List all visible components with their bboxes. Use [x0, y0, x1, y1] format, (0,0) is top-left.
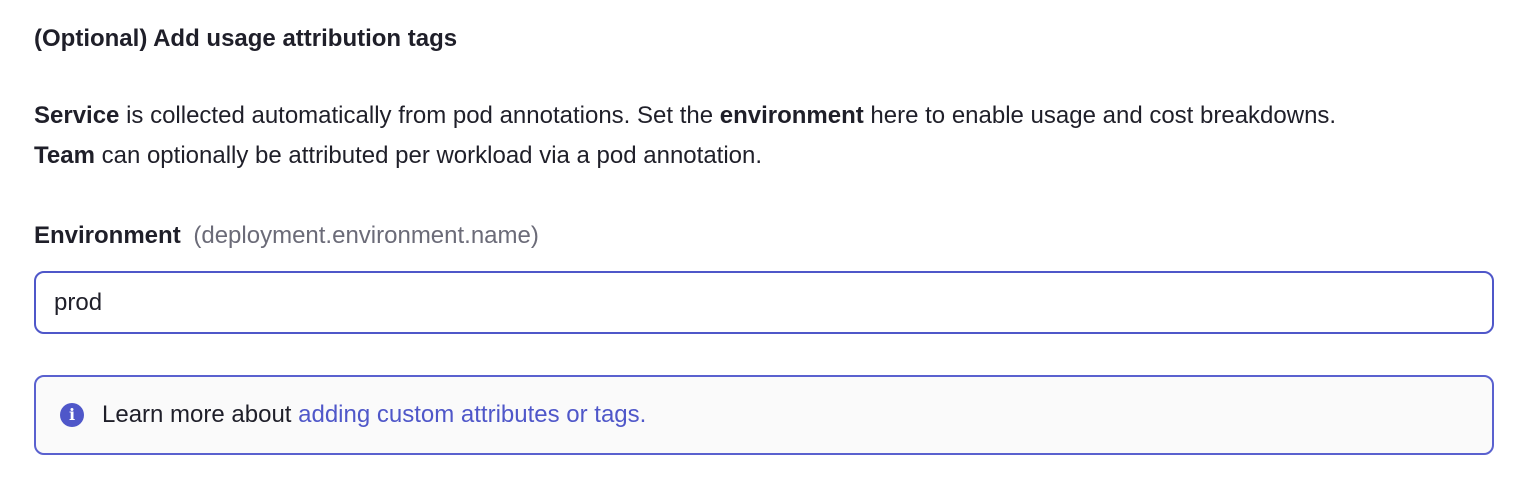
environment-hint: (deployment.environment.name) [193, 222, 539, 249]
info-callout: i Learn more about adding custom attribu… [34, 375, 1494, 455]
service-term: Service [34, 102, 120, 129]
attribution-tags-section: (Optional) Add usage attribution tags Se… [0, 0, 1538, 488]
section-title: (Optional) Add usage attribution tags [34, 25, 458, 52]
environment-label-row: Environment (deployment.environment.name… [34, 218, 539, 254]
section-description: Service is collected automatically from … [34, 96, 1504, 176]
description-text-3: can optionally be attributed per workloa… [94, 142, 763, 169]
info-text: Learn more about adding custom attribute… [102, 398, 646, 432]
environment-term: environment [719, 102, 864, 129]
team-term: Team [34, 142, 95, 169]
custom-attributes-link[interactable]: adding custom attributes or tags. [298, 401, 646, 428]
description-text-2: here to enable usage and cost breakdowns… [863, 102, 1337, 129]
environment-label: Environment [34, 222, 181, 249]
info-text-prefix: Learn more about [102, 401, 299, 428]
description-text-1: is collected automatically from pod anno… [119, 102, 720, 129]
info-icon: i [60, 403, 84, 427]
environment-input[interactable] [34, 271, 1494, 334]
